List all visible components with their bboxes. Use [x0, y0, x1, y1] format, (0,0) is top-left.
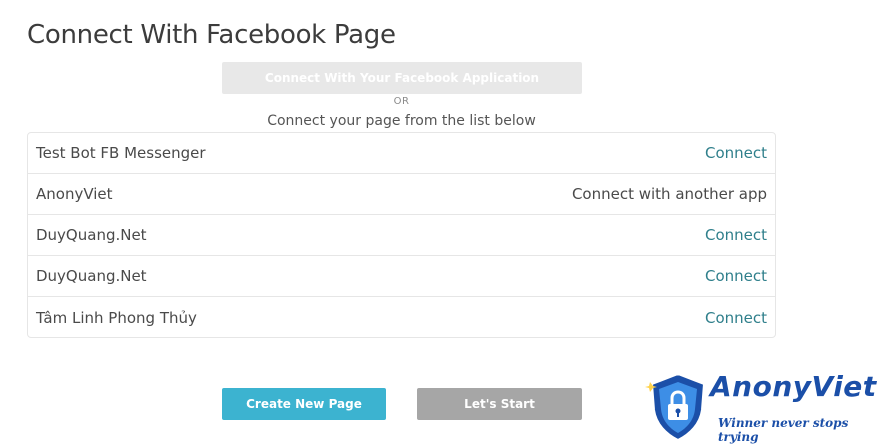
lets-start-button[interactable]: Let's Start	[417, 388, 582, 420]
connect-link[interactable]: Connect	[705, 267, 767, 285]
list-item: Test Bot FB Messenger Connect	[28, 133, 775, 174]
list-item: Tâm Linh Phong Thủy Connect	[28, 297, 775, 337]
page-name: Tâm Linh Phong Thủy	[36, 308, 197, 327]
watermark-slogan: Winner never stops trying	[718, 416, 849, 444]
connect-status: Connect with another app	[571, 185, 767, 203]
list-item: DuyQuang.Net Connect	[28, 215, 775, 256]
list-caption: Connect your page from the list below	[267, 113, 536, 129]
create-new-page-button[interactable]: Create New Page	[222, 388, 386, 420]
page-list: Test Bot FB Messenger Connect AnonyViet …	[27, 132, 776, 338]
watermark: AnonyViet Winner never stops trying	[640, 368, 889, 444]
list-item: AnonyViet Connect with another app	[28, 174, 775, 215]
connect-link[interactable]: Connect	[705, 226, 767, 244]
watermark-brand: AnonyViet	[710, 370, 877, 403]
page-name: AnonyViet	[36, 185, 113, 203]
or-divider: OR	[393, 96, 410, 107]
connect-link[interactable]: Connect	[705, 309, 767, 327]
page-name: DuyQuang.Net	[36, 267, 147, 285]
connect-facebook-app-button[interactable]: Connect With Your Facebook Application	[222, 62, 582, 94]
list-item: DuyQuang.Net Connect	[28, 256, 775, 297]
shield-lock-icon	[645, 372, 706, 442]
page-title: Connect With Facebook Page	[27, 20, 396, 50]
page-name: Test Bot FB Messenger	[36, 144, 206, 162]
page-name: DuyQuang.Net	[36, 226, 147, 244]
connect-link[interactable]: Connect	[705, 144, 767, 162]
